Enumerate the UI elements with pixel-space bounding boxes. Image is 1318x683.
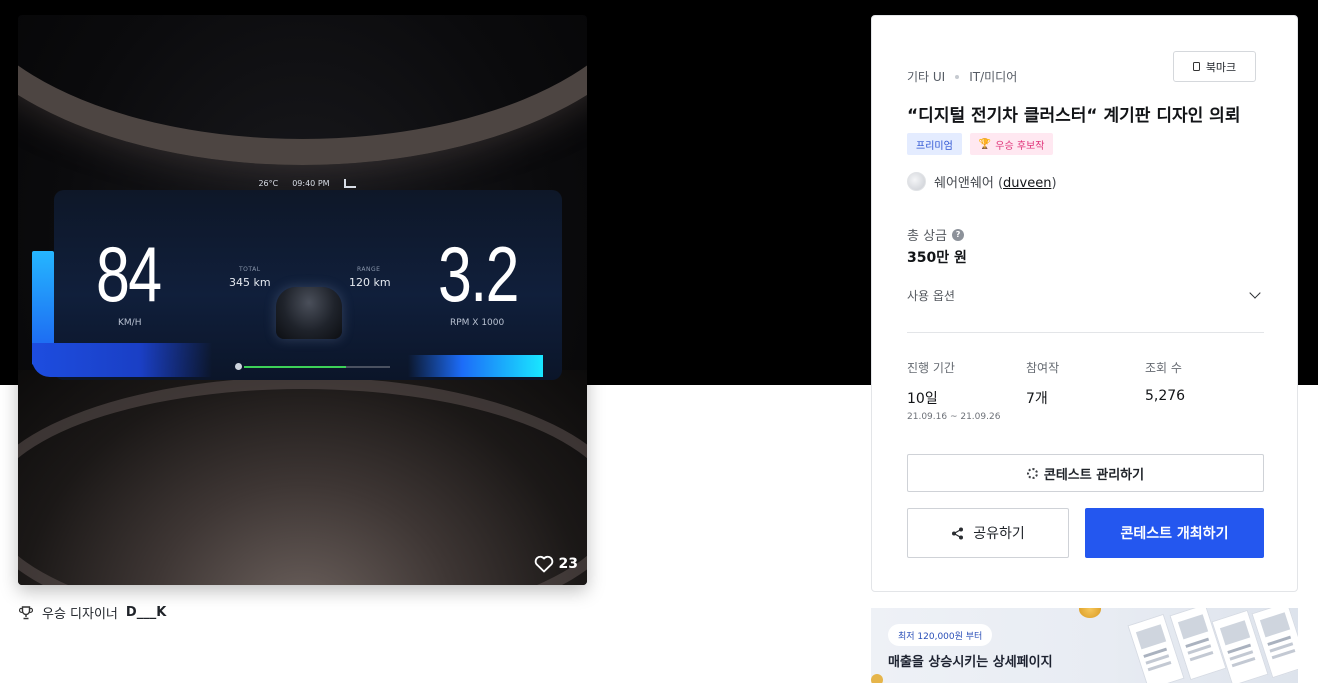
divider	[907, 332, 1264, 333]
contest-host: 쉐어앤쉐어 (duveen)	[907, 172, 1057, 191]
prize-label: 총 상금	[907, 229, 948, 244]
help-icon[interactable]: ?	[952, 228, 965, 241]
bookmark-label: 북마크	[1205, 60, 1237, 74]
ad-sample-pages	[1127, 608, 1298, 683]
winner-label: 우승 디자이너	[42, 607, 118, 622]
coin-icon	[871, 674, 883, 683]
stat-entries: 참여작 7개	[1026, 359, 1059, 408]
total-label: TOTAL	[239, 266, 261, 273]
host-name: 쉐어앤쉐어	[934, 176, 994, 191]
rpm-value: 3.2	[438, 230, 519, 318]
winner-designer: 우승 디자이너 D___K	[18, 603, 166, 622]
trophy-icon: 🏆	[978, 138, 992, 150]
host-contest-button[interactable]: 콘테스트 개최하기	[1085, 508, 1264, 558]
contest-artwork[interactable]: 26°C 09:40 PM 84 KM/H 3.2 RPM X 1000 TOT…	[18, 15, 587, 585]
prize-amount: 350만 원	[907, 250, 967, 266]
entries-value: 7개	[1026, 391, 1048, 407]
battery-icon	[235, 363, 242, 370]
bookmark-button[interactable]: 북마크	[1173, 51, 1256, 82]
battery-progress-fill	[244, 366, 347, 368]
clock-readout: 09:40 PM	[292, 178, 330, 188]
steering-wheel-arch	[18, 15, 587, 165]
manage-contest-label: 콘테스트 관리하기	[1043, 467, 1145, 483]
premium-badge: 프리미엄	[907, 133, 962, 155]
car-icon	[276, 287, 342, 339]
like-count: 23	[558, 556, 578, 572]
temperature-readout: 26°C	[258, 178, 279, 188]
heart-icon	[534, 555, 553, 573]
stat-views: 조회 수 5,276	[1145, 359, 1185, 404]
breadcrumb-industry[interactable]: IT/미디어	[969, 68, 1017, 85]
rpm-unit: RPM X 1000	[450, 318, 505, 328]
ad-price-pill: 최저 120,000원 부터	[888, 624, 993, 646]
views-value: 5,276	[1145, 388, 1186, 404]
share-button[interactable]: 공유하기	[907, 508, 1069, 558]
period-dates: 21.09.16 ~ 21.09.26	[907, 412, 1001, 422]
signal-icon	[343, 178, 356, 188]
ad-banner[interactable]: 최저 120,000원 부터 매출을 상승시키는 상세페이지	[871, 608, 1298, 683]
total-value: 345 km	[229, 276, 271, 289]
period-label: 진행 기간	[907, 361, 955, 375]
speed-gauge-base	[32, 343, 212, 377]
breadcrumb-category[interactable]: 기타 UI	[907, 68, 945, 85]
breadcrumb: 기타 UI IT/미디어	[907, 68, 1017, 85]
battery-progress-track	[244, 366, 390, 368]
chevron-down-icon	[1249, 287, 1261, 299]
prize-label-row: 총 상금 ?	[907, 225, 965, 244]
speed-value: 84	[96, 230, 162, 318]
breadcrumb-separator	[955, 74, 960, 79]
bookmark-icon	[1192, 62, 1200, 71]
host-handle-close: )	[1051, 176, 1057, 191]
contest-info-card: 기타 UI IT/미디어 북마크 “디지털 전기차 클러스터“ 계기판 디자인 …	[871, 15, 1298, 592]
views-label: 조회 수	[1145, 361, 1182, 375]
manage-contest-button[interactable]: 콘테스트 관리하기	[907, 454, 1264, 492]
range-label: RANGE	[357, 266, 381, 273]
host-handle-link[interactable]: duveen	[1003, 176, 1051, 191]
entries-label: 참여작	[1026, 361, 1060, 375]
share-icon	[952, 527, 964, 539]
usage-option-label: 사용 옵션	[907, 288, 955, 303]
stat-period: 진행 기간 10일 21.09.16 ~ 21.09.26	[907, 359, 1000, 422]
usage-option-toggle[interactable]: 사용 옵션	[907, 286, 1263, 304]
cluster-statusbar: 26°C 09:40 PM	[251, 175, 363, 191]
rpm-gauge-bar	[408, 355, 543, 377]
winner-candidate-badge: 🏆 우승 후보작	[969, 133, 1054, 155]
winner-name[interactable]: D___K	[126, 605, 166, 620]
coin-icon	[1079, 608, 1101, 618]
avatar	[907, 172, 926, 191]
period-value: 10일	[907, 391, 938, 407]
trophy-icon	[18, 605, 34, 619]
winner-candidate-label: 우승 후보작	[995, 140, 1045, 152]
ad-headline: 매출을 상승시키는 상세페이지	[888, 655, 1053, 670]
share-label: 공유하기	[973, 526, 1025, 542]
contest-title: “디지털 전기차 클러스터“ 계기판 디자인 의뢰	[907, 106, 1241, 126]
like-button[interactable]: 23	[534, 555, 578, 573]
gear-icon	[1026, 467, 1038, 479]
speed-unit: KM/H	[118, 318, 142, 328]
contest-badges: 프리미엄 🏆 우승 후보작	[907, 133, 1054, 155]
range-value: 120 km	[349, 276, 391, 289]
steering-wheel-rim	[18, 377, 587, 585]
